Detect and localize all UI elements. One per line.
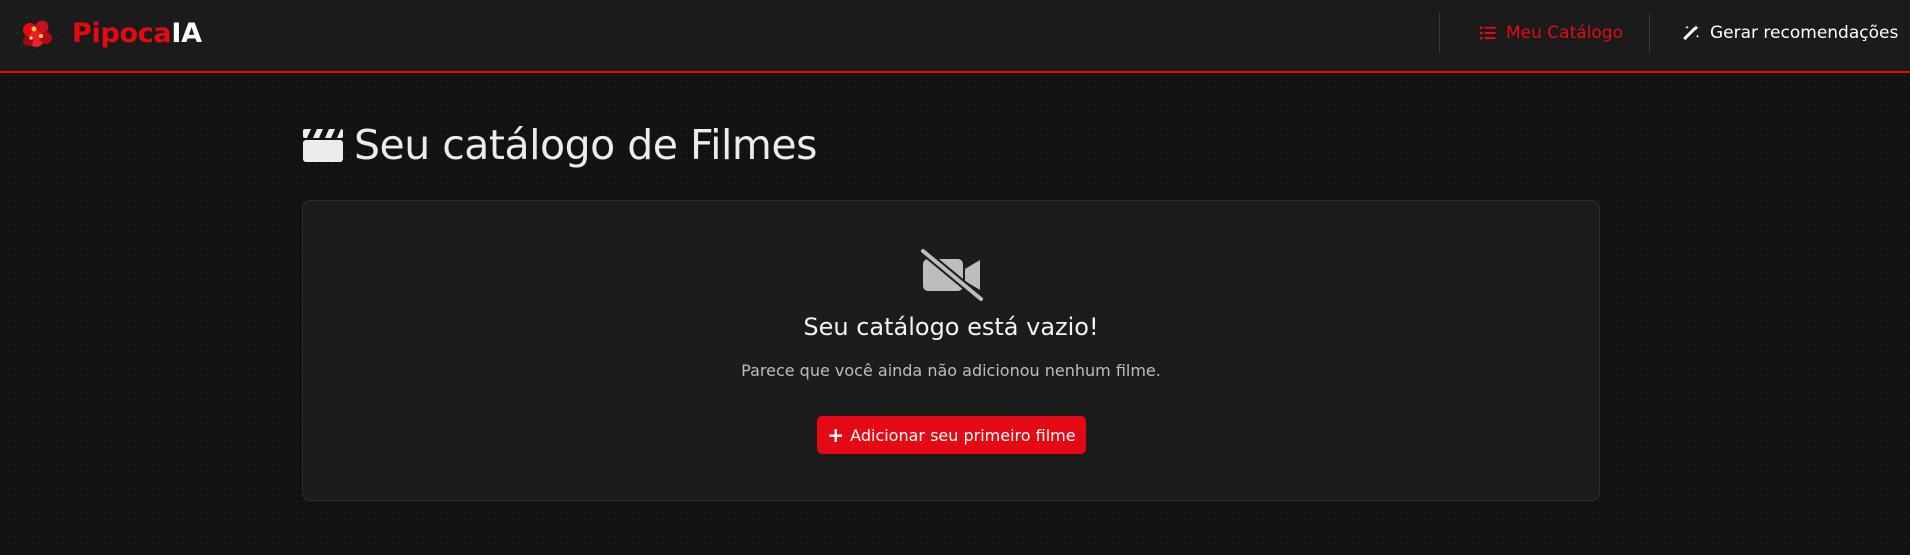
nav-divider [1649,13,1650,53]
plus-icon: + [827,423,845,447]
popcorn-logo-icon [16,14,58,53]
brand-name: PipocaIA [72,18,202,49]
empty-catalog-card: Seu catálogo está vazio! Parece que você… [302,200,1600,501]
nav-link-label: Meu Catálogo [1506,23,1623,43]
magic-wand-icon [1683,24,1700,40]
list-icon [1480,26,1496,40]
nav-link-meu-catalogo[interactable]: Meu Catálogo [1480,20,1623,46]
page-title: Seu catálogo de Filmes [302,120,817,170]
video-slash-icon [920,249,984,301]
empty-state-title: Seu catálogo está vazio! [803,313,1099,341]
clapperboard-icon [303,129,343,162]
brand-name-red: Pipoca [72,17,172,49]
page-title-text: Seu catálogo de Filmes [354,121,817,169]
brand-name-white: IA [171,17,202,49]
add-first-movie-button[interactable]: + Adicionar seu primeiro filme [817,416,1086,454]
brand[interactable]: PipocaIA [14,13,202,53]
add-first-movie-button-label: Adicionar seu primeiro filme [850,425,1076,445]
nav-link-gerar-recomendacoes[interactable]: Gerar recomendações [1683,20,1898,46]
nav-divider [1439,13,1440,53]
nav-link-label: Gerar recomendações [1710,23,1899,43]
empty-state-description: Parece que você ainda não adicionou nenh… [741,361,1161,380]
top-navbar: PipocaIA Meu Catálogo Gerar recomendaçõe… [0,0,1910,73]
